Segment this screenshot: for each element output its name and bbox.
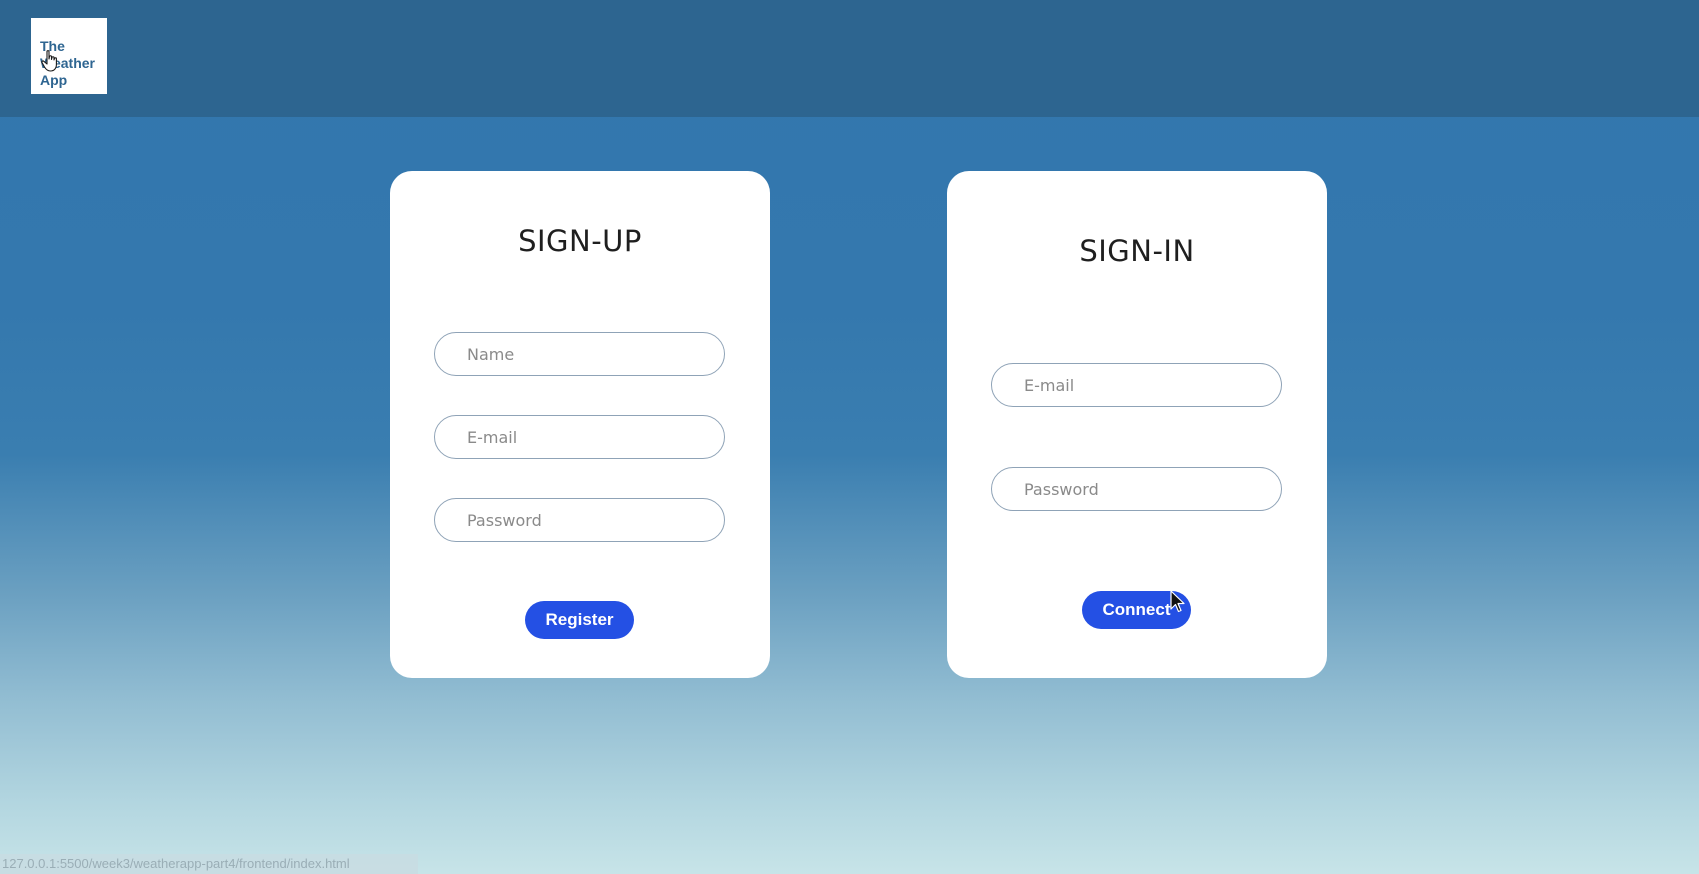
- logo-line-3: App: [40, 72, 68, 88]
- connect-button[interactable]: Connect: [1082, 591, 1191, 629]
- register-button[interactable]: Register: [525, 601, 634, 639]
- weather-app-logo[interactable]: The Weather App: [31, 18, 107, 94]
- signin-title: SIGN-IN: [1079, 234, 1195, 268]
- signin-password-input[interactable]: [991, 467, 1282, 511]
- top-header: The Weather App: [0, 0, 1699, 117]
- signup-password-input[interactable]: [434, 498, 725, 542]
- signup-name-input[interactable]: [434, 332, 725, 376]
- signup-email-input[interactable]: [434, 415, 725, 459]
- signup-card: SIGN-UP Register: [390, 171, 770, 678]
- signin-card: SIGN-IN Connect: [947, 171, 1327, 678]
- signup-title: SIGN-UP: [518, 224, 642, 258]
- signin-email-input[interactable]: [991, 363, 1282, 407]
- link-status-bar: 127.0.0.1:5500/week3/weatherapp-part4/fr…: [0, 854, 418, 874]
- hand-pointer-icon: [41, 50, 57, 72]
